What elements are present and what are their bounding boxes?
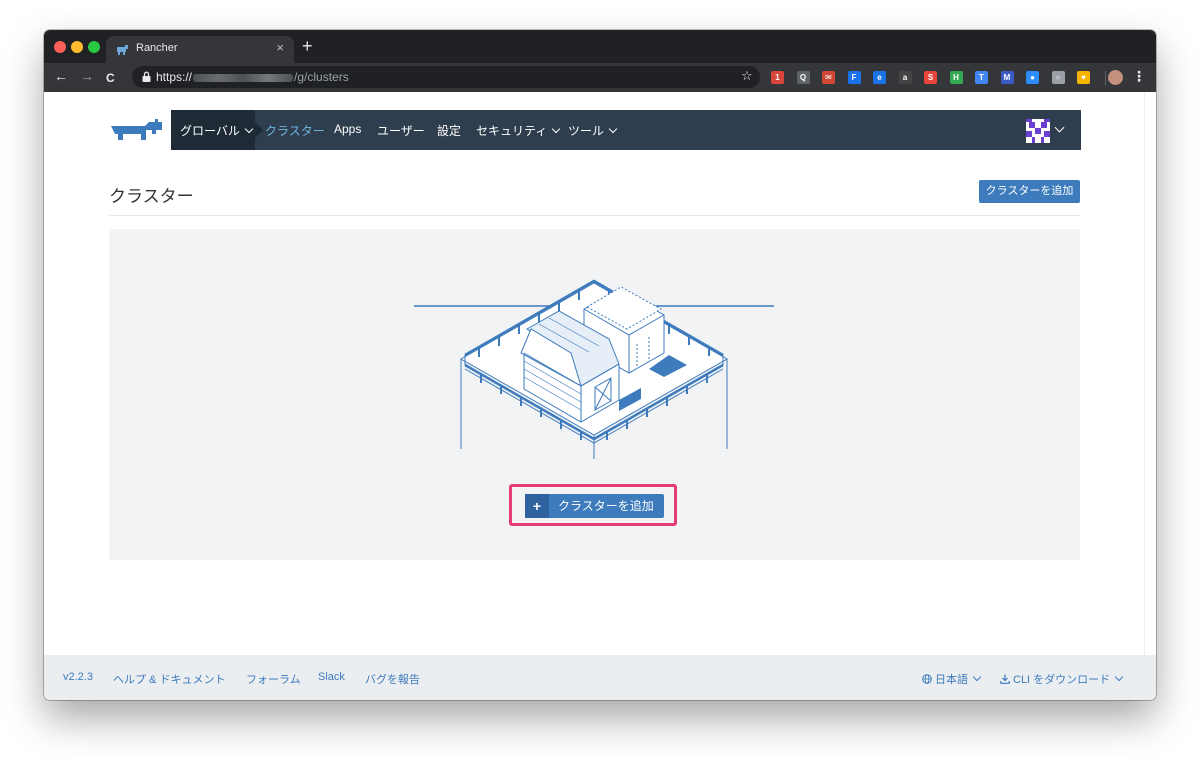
toolbar-divider bbox=[1105, 71, 1106, 85]
tab-rancher[interactable]: Rancher × bbox=[106, 36, 294, 63]
ext-4-icon[interactable]: F bbox=[847, 71, 861, 84]
bookmark-star-icon[interactable]: ☆ bbox=[741, 69, 753, 83]
ext-9-icon[interactable]: T bbox=[975, 71, 988, 84]
browser-menu-icon[interactable]: ⋮ bbox=[1132, 68, 1146, 84]
ext-8-icon[interactable]: H bbox=[949, 71, 963, 84]
download-cli-menu[interactable]: CLI をダウンロード bbox=[1000, 671, 1124, 687]
chevron-down-icon bbox=[972, 672, 982, 682]
nav-security-label: セキュリティ bbox=[476, 124, 548, 138]
ext-13-icon[interactable]: ♥ bbox=[1077, 71, 1090, 84]
url-text: https:// /g/clusters bbox=[156, 70, 349, 84]
ext-1-icon[interactable]: 1 bbox=[771, 71, 784, 84]
nav-users[interactable]: ユーザー bbox=[377, 122, 425, 139]
address-bar[interactable]: https:// /g/clusters bbox=[132, 66, 760, 88]
minimize-window-button[interactable] bbox=[71, 41, 83, 53]
chevron-down-icon bbox=[244, 124, 254, 134]
add-cluster-button[interactable]: + クラスターを追加 bbox=[525, 494, 664, 518]
download-icon bbox=[1000, 674, 1010, 684]
globe-icon bbox=[922, 674, 932, 684]
reload-button[interactable]: C bbox=[106, 70, 115, 86]
language-label: 日本語 bbox=[935, 674, 968, 686]
ext-6-icon[interactable]: a bbox=[898, 71, 912, 84]
chevron-down-icon bbox=[608, 124, 618, 134]
profile-avatar[interactable] bbox=[1108, 70, 1123, 85]
footer: v2.2.3 ヘルプ & ドキュメント フォーラム Slack バグを報告 日本… bbox=[44, 655, 1156, 700]
global-label: グローバル bbox=[180, 124, 240, 138]
title-divider bbox=[109, 215, 1080, 216]
empty-state-panel: + クラスターを追加 bbox=[109, 229, 1080, 560]
nav-apps[interactable]: Apps bbox=[334, 122, 361, 136]
rancher-logo-icon[interactable] bbox=[109, 118, 165, 148]
language-select[interactable]: 日本語 bbox=[922, 671, 982, 687]
page-title: クラスター bbox=[109, 187, 194, 206]
ext-3-icon[interactable]: ✉ bbox=[822, 71, 835, 84]
forum-link[interactable]: フォーラム bbox=[246, 671, 301, 687]
ext-12-icon[interactable]: ○ bbox=[1051, 71, 1065, 84]
browser-window: Rancher × + ← → C https:// /g/clusters ☆ … bbox=[44, 30, 1156, 700]
barn-illustration bbox=[414, 279, 774, 459]
help-docs-link[interactable]: ヘルプ & ドキュメント bbox=[113, 671, 225, 687]
version-link[interactable]: v2.2.3 bbox=[63, 671, 93, 683]
forward-button[interactable]: → bbox=[80, 68, 94, 84]
url-prefix: https:// bbox=[156, 70, 193, 84]
maximize-window-button[interactable] bbox=[88, 41, 100, 53]
ext-10-icon[interactable]: M bbox=[1000, 71, 1014, 84]
ext-7-icon[interactable]: S bbox=[924, 71, 937, 84]
url-path: /g/clusters bbox=[294, 70, 349, 84]
ext-5-icon[interactable]: e bbox=[873, 71, 886, 84]
user-avatar-icon[interactable] bbox=[1026, 119, 1050, 143]
nav-tools-label: ツール bbox=[568, 124, 605, 138]
rancher-favicon-icon bbox=[117, 45, 128, 55]
tab-close-icon[interactable]: × bbox=[276, 40, 284, 55]
chevron-down-icon[interactable] bbox=[1054, 122, 1065, 133]
top-navbar: グローバル クラスター Apps ユーザー 設定 セキュリティ ツール bbox=[171, 110, 1081, 150]
chevron-down-icon bbox=[552, 124, 561, 134]
back-button[interactable]: ← bbox=[54, 68, 68, 84]
ext-11-icon[interactable]: ● bbox=[1026, 71, 1039, 84]
nav-clusters[interactable]: クラスター bbox=[265, 122, 325, 139]
download-cli-label: CLI をダウンロード bbox=[1013, 674, 1111, 686]
nav-tools[interactable]: ツール bbox=[568, 122, 618, 139]
slack-link[interactable]: Slack bbox=[318, 671, 345, 683]
report-bug-link[interactable]: バグを報告 bbox=[365, 671, 420, 687]
page-scrollbar[interactable] bbox=[1144, 92, 1156, 655]
rancher-page: グローバル クラスター Apps ユーザー 設定 セキュリティ ツール クラスタ… bbox=[44, 92, 1156, 700]
chevron-down-icon bbox=[1114, 672, 1124, 682]
tab-title: Rancher bbox=[136, 42, 178, 54]
nav-security[interactable]: セキュリティ bbox=[476, 122, 561, 139]
tab-strip: Rancher × + bbox=[44, 30, 1156, 63]
global-menu-label[interactable]: グローバル bbox=[180, 122, 254, 139]
url-redacted bbox=[193, 73, 294, 82]
add-cluster-button-top[interactable]: クラスターを追加 bbox=[979, 180, 1080, 203]
close-window-button[interactable] bbox=[54, 41, 66, 53]
plus-icon: + bbox=[525, 494, 549, 518]
ext-2-icon[interactable]: Q bbox=[796, 71, 810, 84]
browser-toolbar: ← → C https:// /g/clusters ☆ 1 Q ✉ Fe a S H T M ● ○… bbox=[44, 63, 1156, 92]
global-menu[interactable]: グローバル bbox=[171, 110, 263, 150]
lock-icon bbox=[142, 71, 151, 82]
add-cluster-label: クラスターを追加 bbox=[558, 499, 654, 513]
new-tab-button[interactable]: + bbox=[302, 36, 313, 56]
nav-settings[interactable]: 設定 bbox=[437, 122, 461, 139]
